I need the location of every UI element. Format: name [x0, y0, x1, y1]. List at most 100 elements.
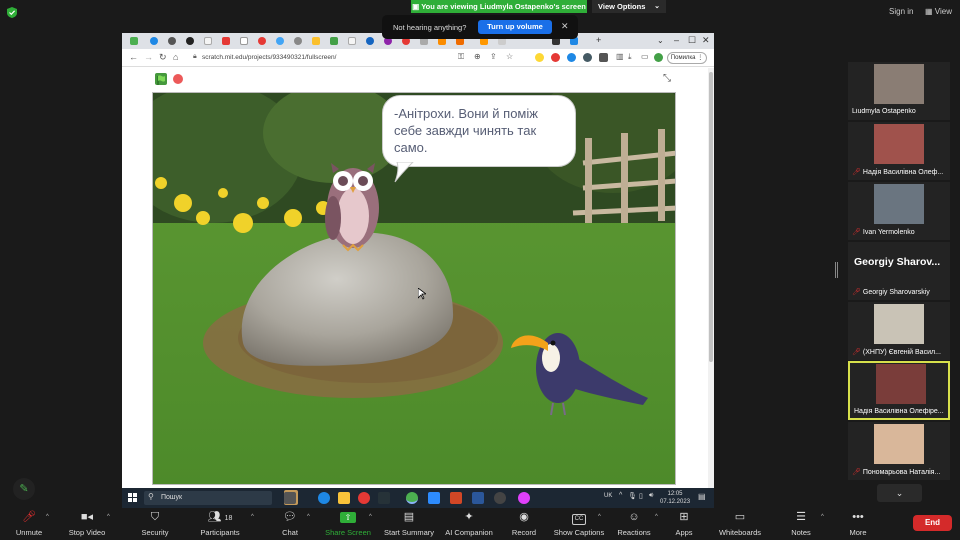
forward-arrow-icon[interactable]: → — [144, 52, 153, 62]
url-field[interactable]: scratch.mit.edu/projects/933490321/fulls… — [202, 54, 336, 61]
stop-icon[interactable] — [173, 74, 183, 84]
app-icon[interactable] — [518, 492, 530, 504]
participants-button[interactable]: 👥︎ 18 Participants — [197, 510, 243, 540]
split-view-icon[interactable]: ▭ — [641, 52, 649, 61]
taskbar-clock[interactable]: 12:05 07.12.2023 — [660, 490, 690, 506]
home-icon[interactable]: ⌂ — [173, 52, 178, 62]
microphone-icon[interactable]: 🎙︎ — [628, 492, 637, 500]
chat-button[interactable]: 💬︎ Chat — [276, 510, 304, 540]
minimize-icon[interactable]: – — [674, 35, 679, 45]
more-button[interactable]: ••• More — [844, 510, 872, 540]
close-icon[interactable]: ✕ — [702, 35, 710, 46]
participant-tile[interactable]: Liudmyla Ostapenko — [848, 62, 950, 120]
tab-favicon-icon[interactable] — [150, 37, 158, 45]
start-summary-button[interactable]: ▤ Start Summary — [382, 510, 436, 540]
google-drive-icon[interactable] — [330, 37, 338, 45]
share-screen-button[interactable]: ⇧ Share Screen — [324, 510, 372, 540]
keyboard-language[interactable]: UK — [604, 493, 612, 499]
tab-favicon-icon[interactable] — [294, 37, 302, 45]
chevron-up-icon[interactable]: ^ — [251, 514, 254, 520]
chevron-up-icon[interactable]: ^ — [619, 492, 622, 499]
puzzle-icon[interactable] — [599, 53, 608, 62]
task-view-icon[interactable] — [284, 492, 296, 504]
notes-button[interactable]: ☰ Notes — [788, 510, 814, 540]
network-icon[interactable]: ▯ — [639, 492, 643, 500]
tab-favicon-icon[interactable] — [222, 37, 230, 45]
view-options-button[interactable]: View Options ⌄ — [592, 0, 666, 13]
ai-companion-button[interactable]: ✦ AI Companion — [443, 510, 495, 540]
chevron-up-icon[interactable]: ^ — [821, 514, 824, 520]
tab-favicon-icon[interactable] — [258, 37, 266, 45]
tab-favicon-icon[interactable] — [240, 37, 248, 45]
star-icon[interactable]: ☆ — [506, 52, 513, 61]
tab-favicon-icon[interactable] — [204, 37, 212, 45]
file-explorer-icon[interactable] — [338, 492, 350, 504]
chevron-up-icon[interactable]: ^ — [598, 514, 601, 520]
volume-icon[interactable]: 🔊︎ — [649, 492, 653, 500]
apps-button[interactable]: ⊞ Apps — [672, 510, 696, 540]
chevron-up-icon[interactable]: ^ — [369, 514, 372, 520]
back-arrow-icon[interactable]: ← — [129, 52, 138, 62]
participant-tile[interactable]: 🎤︎ Надія Василівна Олеф... — [848, 122, 950, 180]
zoom-icon[interactable]: ⊕ — [474, 52, 481, 61]
participant-tile[interactable]: 🎤︎ (ХНПУ) Євгеній Васил... — [848, 302, 950, 360]
tab-favicon-icon[interactable] — [130, 37, 138, 45]
end-meeting-button[interactable]: End — [913, 515, 952, 531]
opera-icon[interactable] — [358, 492, 370, 504]
edge-icon[interactable] — [318, 492, 330, 504]
annotate-pen-icon[interactable]: ✎ — [13, 478, 35, 500]
reload-icon[interactable]: ↻ — [159, 52, 167, 63]
powerpoint-icon[interactable] — [450, 492, 462, 504]
extension-icon[interactable] — [583, 53, 592, 62]
scrollbar-thumb[interactable] — [709, 72, 713, 362]
new-tab-icon[interactable]: + — [596, 35, 601, 45]
view-button[interactable]: ▦ View — [925, 7, 952, 16]
sign-in-link[interactable]: Sign in — [889, 7, 913, 16]
browser-error-button[interactable]: Помилка ⋮ — [667, 52, 707, 64]
sidebar-icon[interactable]: ▥ — [616, 52, 624, 61]
scrollbar[interactable] — [708, 68, 714, 488]
notification-icon[interactable]: ▤ — [698, 492, 706, 501]
windows-start-icon[interactable] — [128, 493, 137, 502]
exit-fullscreen-icon[interactable]: ⤡ — [661, 73, 673, 85]
tab-favicon-icon[interactable] — [168, 37, 176, 45]
media-player-icon[interactable] — [494, 492, 506, 504]
app-icon[interactable] — [378, 492, 390, 504]
google-drive-icon[interactable] — [312, 37, 320, 45]
tab-favicon-icon[interactable] — [366, 37, 374, 45]
close-icon[interactable]: ✕ — [561, 21, 569, 32]
turn-up-volume-button[interactable]: Turn up volume — [478, 20, 552, 34]
chrome-icon[interactable] — [406, 492, 418, 504]
extension-icon[interactable] — [551, 53, 560, 62]
maximize-icon[interactable]: ☐ — [688, 35, 696, 46]
record-button[interactable]: ◉ Record — [508, 510, 540, 540]
tab-favicon-icon[interactable] — [348, 37, 356, 45]
download-icon[interactable]: ⤓ — [628, 52, 632, 62]
avatar[interactable] — [654, 53, 663, 62]
scratch-stage[interactable]: -Анітрохи. Вони й поміж себе завжди чиня… — [152, 92, 676, 485]
green-flag-icon[interactable] — [155, 73, 167, 85]
panel-resize-handle[interactable] — [835, 262, 838, 278]
chevron-down-icon[interactable]: ⌄ — [877, 484, 922, 502]
chevron-down-icon[interactable]: ⌄ — [657, 36, 664, 45]
chevron-up-icon[interactable]: ^ — [107, 514, 110, 520]
unmute-button[interactable]: 🎤︎ Unmute — [10, 510, 48, 540]
whiteboards-button[interactable]: ▭ Whiteboards — [714, 510, 766, 540]
zoom-app-icon[interactable] — [428, 492, 440, 504]
stop-video-button[interactable]: ■◂ Stop Video — [64, 510, 110, 540]
participant-tile[interactable]: 🎤︎ Пономарьова Наталія... — [848, 422, 950, 480]
share-icon[interactable]: ⇪ — [490, 52, 497, 61]
extension-icon[interactable] — [535, 53, 544, 62]
reactions-button[interactable]: ☺ Reactions — [614, 510, 654, 540]
github-icon[interactable] — [186, 37, 194, 45]
participant-tile[interactable]: 🎤︎ Ivan Yermolenko — [848, 182, 950, 240]
chevron-up-icon[interactable]: ^ — [655, 514, 658, 520]
participant-tile-active-speaker[interactable]: Надія Василівна Олефіре... — [848, 361, 950, 420]
tab-favicon-icon[interactable] — [276, 37, 284, 45]
extension-icon[interactable] — [567, 53, 576, 62]
participant-tile[interactable]: Georgiy Sharov... 🎤︎ Georgiy Sharovarskiy — [848, 242, 950, 300]
word-icon[interactable] — [472, 492, 484, 504]
lock-icon[interactable]: 🔒︎ — [193, 53, 197, 61]
security-button[interactable]: ⛉ Security — [136, 510, 174, 540]
chevron-up-icon[interactable]: ^ — [307, 514, 310, 520]
